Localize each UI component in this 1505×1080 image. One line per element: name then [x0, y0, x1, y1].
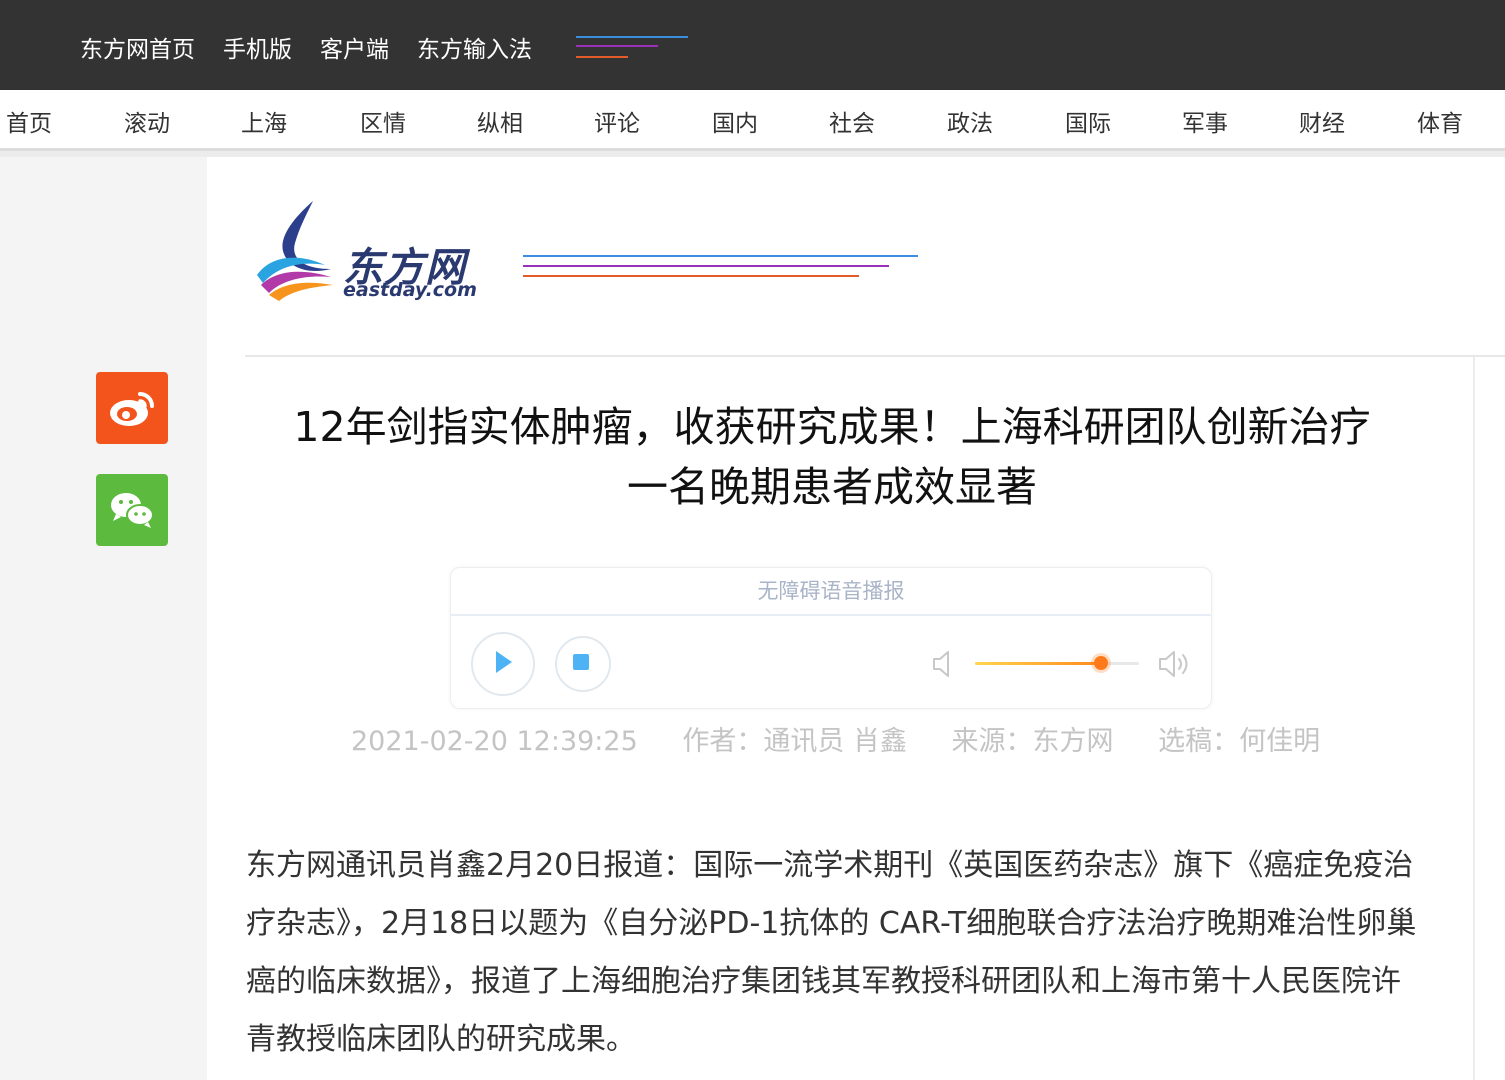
- volume-high-icon[interactable]: [1157, 649, 1193, 679]
- nav-item-law[interactable]: 政法: [947, 104, 993, 138]
- wechat-icon: [111, 493, 154, 528]
- play-button[interactable]: [471, 632, 535, 696]
- site-logo[interactable]: 东方网 eastday.com: [251, 199, 931, 309]
- nav-item-scroll[interactable]: 滚动: [124, 104, 170, 138]
- nav-item-district[interactable]: 区情: [360, 104, 406, 138]
- nav-item-domestic[interactable]: 国内: [712, 104, 758, 138]
- logo-line-purple: [523, 265, 889, 267]
- logo-mark-icon: [257, 201, 333, 301]
- decor-line-orange: [576, 56, 628, 58]
- weibo-share-button[interactable]: [96, 372, 168, 444]
- article-editor: 选稿：何佳明: [1158, 726, 1321, 757]
- decor-line-purple: [576, 45, 658, 47]
- top-link-home[interactable]: 东方网首页: [80, 30, 195, 64]
- article-title: 12年剑指实体肿瘤，收获研究成果！上海科研团队创新治疗一名晚期患者成效显著: [293, 403, 1371, 511]
- top-bar: 东方网首页 手机版 客户端 东方输入法: [0, 0, 1505, 90]
- top-links: 东方网首页 手机版 客户端 东方输入法: [80, 30, 560, 64]
- decor-line-blue: [576, 36, 688, 38]
- nav-item-home[interactable]: 首页: [6, 104, 52, 138]
- volume-low-icon[interactable]: [931, 649, 955, 679]
- volume-slider[interactable]: [975, 656, 1139, 670]
- main-content: 东方网 eastday.com 12年剑指实体肿瘤，收获研究成果！上海科研团队创…: [207, 157, 1505, 1080]
- header-divider: [245, 355, 1505, 357]
- volume-slider-fill: [975, 662, 1102, 665]
- volume-slider-knob[interactable]: [1094, 656, 1109, 670]
- nav-item-shanghai[interactable]: 上海: [241, 104, 287, 138]
- stop-button[interactable]: [555, 636, 611, 692]
- article-author: 作者：通讯员 肖鑫: [682, 726, 907, 757]
- nav-item-international[interactable]: 国际: [1065, 104, 1111, 138]
- nav-item-military[interactable]: 军事: [1182, 104, 1228, 138]
- top-link-input-method[interactable]: 东方输入法: [417, 30, 532, 64]
- logo-line-blue: [523, 255, 918, 257]
- audio-player: 无障碍语音播报: [450, 567, 1212, 709]
- article-source: 来源：东方网: [951, 726, 1114, 757]
- article-meta: 2021-02-20 12:39:25 作者：通讯员 肖鑫 来源：东方网 选稿：…: [351, 719, 1356, 758]
- logo-domain-text: eastday.com: [343, 279, 477, 301]
- play-icon: [496, 651, 512, 673]
- stop-icon: [573, 654, 589, 670]
- top-link-mobile[interactable]: 手机版: [223, 30, 292, 64]
- nav-item-finance[interactable]: 财经: [1299, 104, 1345, 138]
- audio-player-title: 无障碍语音播报: [451, 568, 1211, 616]
- nav-item-zongxiang[interactable]: 纵相: [477, 104, 523, 138]
- wechat-share-button[interactable]: [96, 474, 168, 546]
- nav-item-sports[interactable]: 体育: [1417, 104, 1463, 138]
- logo-line-orange: [523, 275, 859, 277]
- content-right-rule: [1473, 357, 1475, 1080]
- top-link-client[interactable]: 客户端: [320, 30, 389, 64]
- weibo-icon: [110, 392, 154, 426]
- article-datetime: 2021-02-20 12:39:25: [351, 726, 638, 757]
- nav-item-society[interactable]: 社会: [829, 104, 875, 138]
- nav-item-comment[interactable]: 评论: [594, 104, 640, 138]
- category-nav: 首页 滚动 上海 区情 纵相 评论 国内 社会 政法 国际 军事 财经 体育: [0, 90, 1505, 151]
- article-paragraph: 东方网通讯员肖鑫2月20日报道：国际一流学术期刊《英国医药杂志》旗下《癌症免疫治…: [246, 848, 1417, 1057]
- decorative-lines: [576, 36, 691, 60]
